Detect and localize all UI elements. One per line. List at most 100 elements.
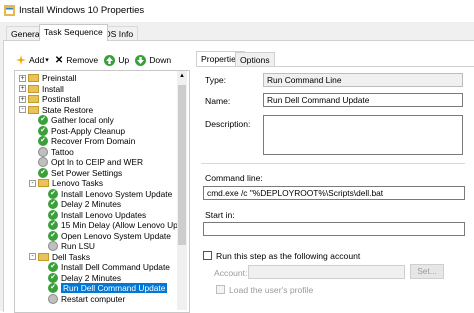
command-line-field[interactable]: cmd.exe /c "%DEPLOYROOT%\Scripts\dell.ba… <box>203 186 465 200</box>
account-label: Account: <box>214 268 248 278</box>
gear-icon <box>48 293 58 304</box>
up-button[interactable]: Up <box>104 54 130 66</box>
tree-item[interactable]: ✔ Set Power Settings <box>29 167 122 178</box>
check-icon: ✔ <box>38 167 48 178</box>
check-icon: ✔ <box>48 209 58 220</box>
check-icon: ✔ <box>48 272 58 283</box>
check-icon: ✔ <box>38 125 48 136</box>
check-icon: ✔ <box>48 283 58 293</box>
type-value: Run Command Line <box>263 73 463 87</box>
title-bar: Install Windows 10 Properties <box>0 0 474 22</box>
tree-item[interactable]: ✔ Run Dell Command Update <box>39 283 168 293</box>
remove-button[interactable]: ✕ Remove <box>55 55 98 66</box>
description-field[interactable] <box>263 115 463 155</box>
tree-item-label: Run Dell Command Update <box>61 283 168 293</box>
tree-item-label: Postinstall <box>42 94 81 104</box>
tab-options-label: Options <box>240 55 270 65</box>
tree-item-label: Recover From Domain <box>51 136 136 146</box>
tree-item-label: Open Lenovo System Update <box>61 230 171 241</box>
check-icon: ✔ <box>48 262 58 272</box>
tree-item-label: Tattoo <box>51 146 74 157</box>
app-icon <box>4 5 15 16</box>
tree-item[interactable]: Restart computer <box>39 293 126 304</box>
tree-item[interactable]: ✔ Install Lenovo Updates <box>39 209 147 220</box>
tree-folder[interactable]: + Preinstall <box>19 73 76 83</box>
tree-scrollbar[interactable]: ▲ <box>177 71 187 310</box>
run-as-label: Run this step as the following account <box>216 251 361 261</box>
name-field[interactable]: Run Dell Command Update <box>263 93 463 107</box>
scroll-thumb[interactable] <box>178 85 186 245</box>
set-account-button[interactable]: Set... <box>410 264 444 279</box>
remove-button-label: Remove <box>66 55 99 65</box>
tree-item-label: Install Lenovo Updates <box>61 209 147 220</box>
tab-options[interactable]: Options <box>235 52 275 66</box>
tab-os-info-label: OS Info <box>104 29 134 39</box>
tab-task-sequence[interactable]: Task Sequence <box>39 24 108 41</box>
expand-icon[interactable]: + <box>19 95 26 103</box>
tree-item[interactable]: Tattoo <box>29 146 74 157</box>
collapse-icon[interactable]: - <box>29 253 36 260</box>
add-button-label: Add <box>29 55 45 65</box>
scroll-up-icon[interactable]: ▲ <box>177 71 187 81</box>
tree-item[interactable]: ✔ Post-Apply Cleanup <box>29 125 126 136</box>
tree-item[interactable]: ✔ Install Lenovo System Update <box>39 188 173 199</box>
tree-item-label: Install Lenovo System Update <box>61 188 173 199</box>
folder-icon <box>28 105 39 114</box>
start-in-field[interactable] <box>203 222 465 236</box>
tree-item[interactable]: ✔ Delay 2 Minutes <box>39 199 121 209</box>
tree-item-label: Post-Apply Cleanup <box>51 125 126 136</box>
tree-item[interactable]: ✔ Recover From Domain <box>29 136 135 146</box>
account-field[interactable] <box>248 265 405 279</box>
collapse-icon[interactable]: - <box>29 179 36 187</box>
tree-folder[interactable]: + Install <box>19 84 64 94</box>
folder-icon <box>28 74 39 82</box>
tree-folder[interactable]: - Dell Tasks <box>29 252 90 262</box>
check-icon: ✔ <box>38 115 48 125</box>
tree-folder[interactable]: - State Restore <box>19 105 93 115</box>
tab-general-label: General <box>11 29 42 39</box>
tree-item-label: 15 Min Delay (Allow Lenovo Upda <box>61 220 188 230</box>
folder-icon <box>28 95 39 103</box>
folder-icon <box>38 179 49 187</box>
add-sparkle-icon <box>16 55 26 65</box>
gear-icon <box>38 157 48 167</box>
expand-icon[interactable]: + <box>19 74 26 82</box>
down-button[interactable]: Down <box>135 54 172 66</box>
tree-item[interactable]: ✔ Gather local only <box>29 115 114 125</box>
run-as-checkbox[interactable] <box>203 251 212 260</box>
load-profile-label: Load the user's profile <box>229 285 314 295</box>
gear-icon <box>38 146 48 157</box>
add-button[interactable]: Add ▾ <box>16 55 49 65</box>
up-button-label: Up <box>118 55 130 65</box>
collapse-icon[interactable]: - <box>19 106 26 113</box>
arrow-down-icon <box>135 54 147 66</box>
tree-item[interactable]: ✔ Install Dell Command Update <box>39 262 170 272</box>
tree-item[interactable]: ✔ Delay 2 Minutes <box>39 272 122 283</box>
tree-item[interactable]: ✔ Open Lenovo System Update <box>39 230 171 241</box>
folder-icon <box>38 252 49 261</box>
tree-folder[interactable]: + Postinstall <box>19 94 80 104</box>
task-sequence-tree[interactable]: + Preinstall + Install + Postinstall - State Re… <box>14 70 190 313</box>
tree-item-label: Preinstall <box>42 73 77 83</box>
type-label: Type: <box>205 75 227 85</box>
divider <box>201 163 465 164</box>
tree-item[interactable]: Opt In to CEIP and WER <box>29 157 143 167</box>
expand-icon[interactable]: + <box>19 85 26 92</box>
command-line-label: Command line: <box>205 173 263 183</box>
check-icon: ✔ <box>48 220 58 230</box>
tree-item-label: Install Dell Command Update <box>61 262 170 272</box>
tree-folder[interactable]: - Lenovo Tasks <box>29 178 103 188</box>
tree-item[interactable]: Run LSU <box>39 241 95 251</box>
tree-item-label: Install <box>42 83 64 94</box>
gear-icon <box>48 241 58 251</box>
task-toolbar: Add ▾ ✕ Remove Up Down <box>16 52 171 68</box>
down-button-label: Down <box>149 55 172 65</box>
load-profile-checkbox[interactable] <box>216 285 225 294</box>
tree-item-label: Restart computer <box>61 293 126 304</box>
folder-icon <box>28 84 39 93</box>
start-in-label: Start in: <box>205 210 235 220</box>
tree-item-label: Delay 2 Minutes <box>61 272 122 283</box>
check-icon: ✔ <box>38 136 48 146</box>
check-icon: ✔ <box>48 199 58 209</box>
tree-item[interactable]: ✔ 15 Min Delay (Allow Lenovo Upda <box>39 220 187 230</box>
